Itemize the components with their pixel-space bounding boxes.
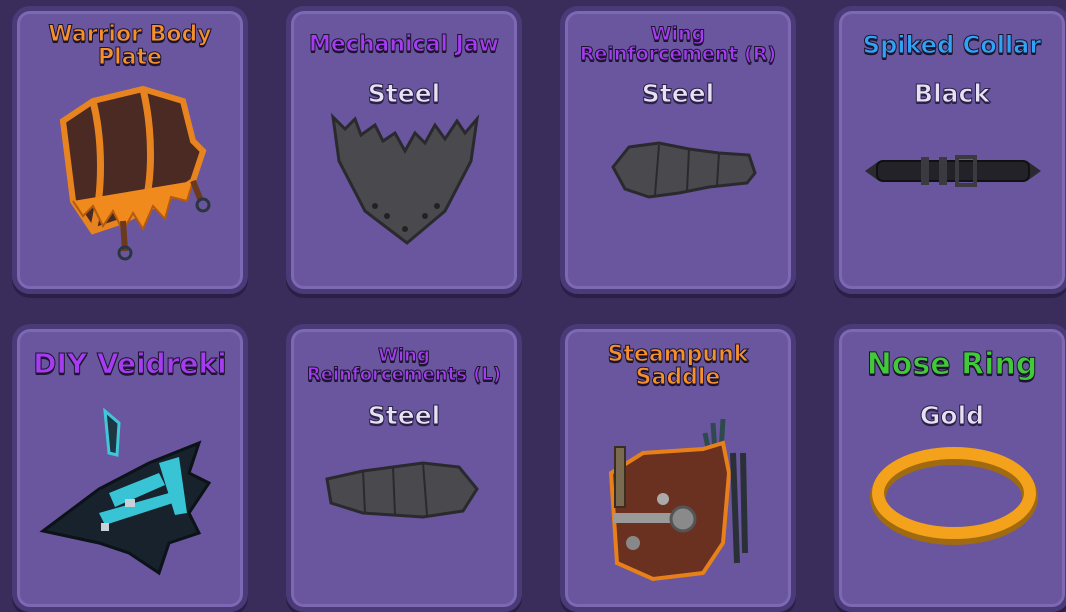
wing-reinforcement-icon <box>325 461 479 519</box>
item-card-wing-reinforcement-r[interactable]: Wing Reinforcement (R) Steel <box>560 6 796 294</box>
item-name: Warrior Body Plate <box>48 22 212 71</box>
item-card-spiked-collar[interactable]: Spiked Collar Black <box>834 6 1066 294</box>
nose-ring-icon <box>870 447 1038 545</box>
item-variant: Steel <box>367 79 441 109</box>
item-name: Nose Ring <box>866 347 1038 382</box>
item-card-nose-ring[interactable]: Nose Ring Gold <box>834 324 1066 612</box>
item-variant: Steel <box>367 401 441 431</box>
item-card-warrior-body-plate[interactable]: Warrior Body Plate <box>12 6 248 294</box>
veidreki-mask-icon <box>39 407 212 576</box>
item-name: Wing Reinforcements (L) <box>306 345 502 385</box>
item-grid: Warrior Body Plate Mechanical Jaw Steel … <box>0 0 1066 612</box>
item-card-mechanical-jaw[interactable]: Mechanical Jaw Steel <box>286 6 522 294</box>
body-plate-icon <box>59 85 211 261</box>
item-name: Spiked Collar <box>862 31 1042 59</box>
item-name: Mechanical Jaw <box>308 32 499 57</box>
saddle-icon <box>608 418 748 582</box>
item-variant: Steel <box>641 79 715 109</box>
wing-reinforcement-icon <box>611 141 757 199</box>
jaw-icon <box>330 112 480 245</box>
item-card-steampunk-saddle[interactable]: Steampunk Saddle <box>560 324 796 612</box>
item-variant: Black <box>914 79 991 109</box>
item-variant: Gold <box>919 401 985 431</box>
item-name: DIY Veidreki <box>33 347 227 380</box>
collar-icon <box>865 155 1041 187</box>
item-name: Wing Reinforcement (R) <box>579 23 777 65</box>
item-card-wing-reinforcements-l[interactable]: Wing Reinforcements (L) Steel <box>286 324 522 612</box>
item-name: Steampunk Saddle <box>607 342 749 391</box>
item-card-diy-veidreki[interactable]: DIY Veidreki <box>12 324 248 612</box>
